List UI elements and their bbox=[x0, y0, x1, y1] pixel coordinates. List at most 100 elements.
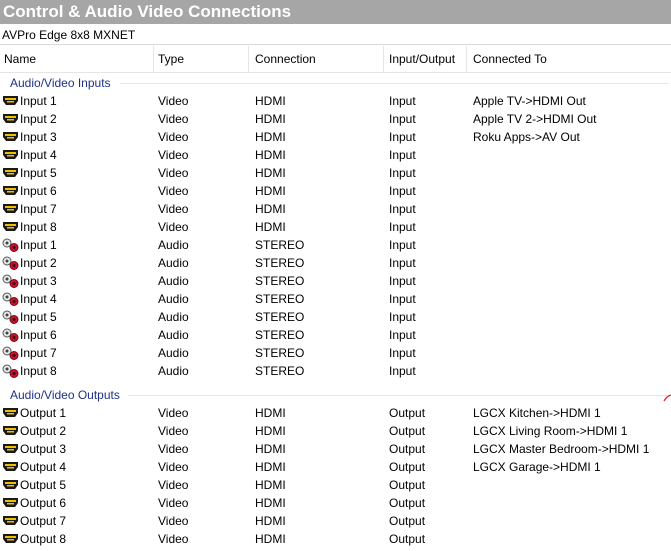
cell-connection: HDMI bbox=[255, 148, 286, 162]
cell-input-output: Output bbox=[389, 406, 426, 420]
cell-input-output: Input bbox=[389, 310, 416, 324]
cell-connection: STEREO bbox=[255, 256, 305, 270]
table-row[interactable]: Output 7 Video HDMI Output bbox=[0, 512, 671, 530]
cell-name: Input 8 bbox=[20, 220, 57, 234]
column-header-connected-to[interactable]: Connected To bbox=[467, 46, 671, 72]
table-row[interactable]: Output 1 Video HDMI Output LGCX Kitchen->HDM… bbox=[0, 404, 671, 422]
column-header-input-output[interactable]: Input/Output bbox=[384, 46, 467, 72]
table-row[interactable]: Input 5 Audio STEREO Input bbox=[0, 308, 671, 326]
cell-connection: HDMI bbox=[255, 406, 286, 420]
hdmi-port-icon bbox=[2, 184, 19, 198]
table-row[interactable]: Input 3 Video HDMI Input Roku Apps->AV Out bbox=[0, 128, 671, 146]
table-row[interactable]: Input 1 Audio STEREO Input bbox=[0, 236, 671, 254]
cell-connected-to: LGCX Kitchen->HDMI 1 bbox=[473, 406, 601, 420]
cell-type: Video bbox=[158, 202, 189, 216]
cell-name: Output 5 bbox=[20, 478, 67, 492]
cell-name: Input 3 bbox=[20, 130, 57, 144]
cell-input-output: Input bbox=[389, 220, 416, 234]
column-header-type[interactable]: Type bbox=[154, 46, 249, 72]
cell-input-output: Output bbox=[389, 532, 426, 546]
hdmi-port-icon bbox=[2, 478, 19, 492]
cell-input-output: Output bbox=[389, 460, 426, 474]
cell-type: Video bbox=[158, 112, 189, 126]
cell-connected-to: Roku Apps->AV Out bbox=[473, 130, 580, 144]
hdmi-port-icon bbox=[2, 166, 19, 180]
group-divider bbox=[120, 83, 668, 84]
table-row[interactable]: Input 4 Video HDMI Input bbox=[0, 146, 671, 164]
table-row[interactable]: Output 2 Video HDMI Output LGCX Living Room-… bbox=[0, 422, 671, 440]
cell-type: Video bbox=[158, 424, 189, 438]
cell-input-output: Output bbox=[389, 514, 426, 528]
group-label: Audio/Video Outputs bbox=[10, 388, 120, 402]
group-divider bbox=[128, 395, 668, 396]
column-header-row: Name Type Connection Input/Output Connec… bbox=[0, 46, 671, 73]
cell-type: Video bbox=[158, 406, 189, 420]
rca-stereo-icon bbox=[2, 310, 19, 324]
cell-name: Input 7 bbox=[20, 202, 57, 216]
device-name[interactable]: AVPro Edge 8x8 MXNET bbox=[0, 24, 671, 45]
cell-connection: HDMI bbox=[255, 478, 286, 492]
cell-name: Output 8 bbox=[20, 532, 67, 546]
cell-connected-to: Apple TV->HDMI Out bbox=[473, 94, 586, 108]
rca-stereo-icon bbox=[2, 256, 19, 270]
cell-type: Audio bbox=[158, 274, 189, 288]
group-header[interactable]: Audio/Video Inputs bbox=[0, 74, 671, 92]
table-row[interactable]: Input 5 Video HDMI Input bbox=[0, 164, 671, 182]
cell-connection: HDMI bbox=[255, 184, 286, 198]
cell-name: Input 2 bbox=[20, 112, 57, 126]
cell-connection: HDMI bbox=[255, 460, 286, 474]
cell-connection: STEREO bbox=[255, 310, 305, 324]
table-row[interactable]: Output 6 Video HDMI Output bbox=[0, 494, 671, 512]
cell-name: Output 2 bbox=[20, 424, 67, 438]
cell-input-output: Input bbox=[389, 148, 416, 162]
cell-type: Video bbox=[158, 148, 189, 162]
cell-name: Input 4 bbox=[20, 292, 57, 306]
table-row[interactable]: Output 5 Video HDMI Output bbox=[0, 476, 671, 494]
cell-type: Video bbox=[158, 460, 189, 474]
cell-name: Output 1 bbox=[20, 406, 67, 420]
cell-name: Input 4 bbox=[20, 148, 57, 162]
hdmi-port-icon bbox=[2, 514, 19, 528]
cell-connection: HDMI bbox=[255, 202, 286, 216]
cell-input-output: Input bbox=[389, 238, 416, 252]
rca-stereo-icon bbox=[2, 364, 19, 378]
group-header[interactable]: Audio/Video Outputs bbox=[0, 386, 671, 404]
table-row[interactable]: Input 7 Audio STEREO Input bbox=[0, 344, 671, 362]
cell-input-output: Input bbox=[389, 274, 416, 288]
cell-input-output: Input bbox=[389, 202, 416, 216]
table-row[interactable]: Output 3 Video HDMI Output LGCX Master Bedro… bbox=[0, 440, 671, 458]
cell-connected-to: LGCX Garage->HDMI 1 bbox=[473, 460, 601, 474]
table-row[interactable]: Input 8 Audio STEREO Input bbox=[0, 362, 671, 380]
cell-type: Video bbox=[158, 130, 189, 144]
table-row[interactable]: Input 6 Audio STEREO Input bbox=[0, 326, 671, 344]
cell-type: Video bbox=[158, 184, 189, 198]
cell-type: Audio bbox=[158, 310, 189, 324]
hdmi-port-icon bbox=[2, 424, 19, 438]
cell-connection: STEREO bbox=[255, 238, 305, 252]
table-row[interactable]: Input 2 Audio STEREO Input bbox=[0, 254, 671, 272]
table-row[interactable]: Input 2 Video HDMI Input Apple TV 2->HDMI Ou… bbox=[0, 110, 671, 128]
table-row[interactable]: Input 6 Video HDMI Input bbox=[0, 182, 671, 200]
cell-name: Input 8 bbox=[20, 364, 57, 378]
cell-input-output: Output bbox=[389, 442, 426, 456]
hdmi-port-icon bbox=[2, 94, 19, 108]
cell-connection: STEREO bbox=[255, 346, 305, 360]
cell-name: Input 6 bbox=[20, 328, 57, 342]
rca-stereo-icon bbox=[2, 292, 19, 306]
cell-type: Audio bbox=[158, 292, 189, 306]
cell-connection: STEREO bbox=[255, 364, 305, 378]
column-header-name[interactable]: Name bbox=[0, 46, 154, 72]
cell-type: Video bbox=[158, 220, 189, 234]
table-row[interactable]: Input 8 Video HDMI Input bbox=[0, 218, 671, 236]
table-row[interactable]: Input 4 Audio STEREO Input bbox=[0, 290, 671, 308]
cell-type: Audio bbox=[158, 364, 189, 378]
cell-name: Input 1 bbox=[20, 94, 57, 108]
table-row[interactable]: Input 7 Video HDMI Input bbox=[0, 200, 671, 218]
cell-connection: HDMI bbox=[255, 130, 286, 144]
table-row[interactable]: Input 3 Audio STEREO Input bbox=[0, 272, 671, 290]
table-row[interactable]: Input 1 Video HDMI Input Apple TV->HDMI Out bbox=[0, 92, 671, 110]
cell-type: Video bbox=[158, 94, 189, 108]
table-row[interactable]: Output 4 Video HDMI Output LGCX Garage->HDMI… bbox=[0, 458, 671, 476]
column-header-connection[interactable]: Connection bbox=[249, 46, 384, 72]
table-row[interactable]: Output 8 Video HDMI Output bbox=[0, 530, 671, 548]
